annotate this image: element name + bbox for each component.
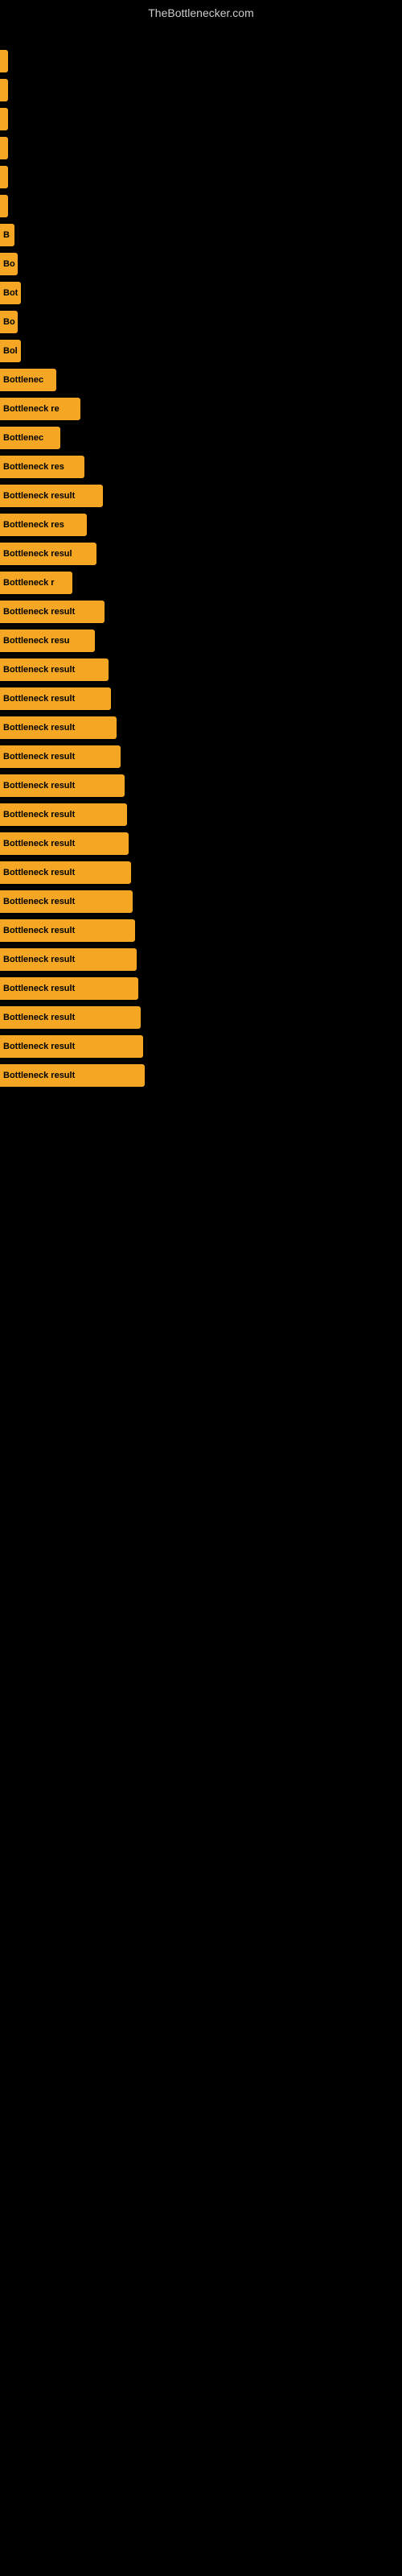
bar-item: Bottlenec — [0, 367, 402, 393]
bar-item: Bottleneck res — [0, 454, 402, 480]
bar-label: Bottleneck result — [0, 658, 109, 681]
bar-item: Bottleneck result — [0, 1063, 402, 1088]
bar-item: Bottleneck result — [0, 657, 402, 683]
bar-item: Bottleneck result — [0, 889, 402, 914]
bar-label: Bot — [0, 282, 21, 304]
bar-item: Bottleneck res — [0, 512, 402, 538]
bars-container: B Bo Bot Bo Bol Bottlenec Bottleneck re Bottlen… — [0, 48, 402, 1092]
bar-label: Bottleneck resu — [0, 630, 95, 652]
bar-label: Bottleneck result — [0, 601, 105, 623]
bar-label: Bottleneck result — [0, 919, 135, 942]
bar-item: Bot — [0, 280, 402, 306]
bar-label: Bottleneck result — [0, 977, 138, 1000]
bar-label: Bottleneck resul — [0, 543, 96, 565]
bar-label: Bottleneck result — [0, 1064, 145, 1087]
bar-item: Bottleneck result — [0, 744, 402, 770]
bar-label — [0, 108, 8, 130]
bar-item: Bottleneck result — [0, 1034, 402, 1059]
bar-item: B — [0, 222, 402, 248]
bar-item — [0, 193, 402, 219]
bar-item: Bottleneck result — [0, 831, 402, 857]
bar-item: Bottleneck result — [0, 483, 402, 509]
bar-label: Bottleneck result — [0, 861, 131, 884]
bar-label — [0, 79, 8, 101]
bar-item: Bottleneck result — [0, 599, 402, 625]
bar-label: Bottlenec — [0, 369, 56, 391]
bar-item — [0, 48, 402, 74]
bar-item: Bo — [0, 251, 402, 277]
bar-label: Bottleneck r — [0, 572, 72, 594]
bar-label: Bottleneck result — [0, 774, 125, 797]
bar-label: Bottleneck res — [0, 456, 84, 478]
bar-label: Bottleneck re — [0, 398, 80, 420]
bar-label: Bottlenec — [0, 427, 60, 449]
bar-item: Bottleneck resul — [0, 541, 402, 567]
bar-item: Bottleneck result — [0, 686, 402, 712]
bar-item — [0, 164, 402, 190]
bar-item: Bottleneck re — [0, 396, 402, 422]
bar-label: Bottleneck result — [0, 803, 127, 826]
bar-item: Bottleneck result — [0, 1005, 402, 1030]
bar-label: Bottleneck result — [0, 716, 117, 739]
bar-label: B — [0, 224, 14, 246]
bar-item: Bottleneck result — [0, 773, 402, 799]
bar-item: Bottleneck result — [0, 947, 402, 972]
bar-item — [0, 77, 402, 103]
bar-label — [0, 166, 8, 188]
bar-item: Bo — [0, 309, 402, 335]
bar-label: Bottleneck result — [0, 745, 121, 768]
bar-label: Bottleneck res — [0, 514, 87, 536]
bar-item: Bottleneck r — [0, 570, 402, 596]
bar-item: Bottleneck result — [0, 918, 402, 943]
bar-item: Bottleneck result — [0, 860, 402, 886]
bar-item: Bottleneck resu — [0, 628, 402, 654]
bar-label: Bottleneck result — [0, 832, 129, 855]
bar-label: Bottleneck result — [0, 1035, 143, 1058]
bar-label — [0, 137, 8, 159]
bar-item: Bottlenec — [0, 425, 402, 451]
bar-label: Bottleneck result — [0, 1006, 141, 1029]
bar-label: Bo — [0, 311, 18, 333]
bar-label: Bottleneck result — [0, 485, 103, 507]
bar-label: Bol — [0, 340, 21, 362]
bar-label — [0, 50, 8, 72]
bar-item — [0, 135, 402, 161]
bar-item — [0, 106, 402, 132]
bar-item: Bottleneck result — [0, 715, 402, 741]
bar-item: Bottleneck result — [0, 802, 402, 828]
bar-item: Bottleneck result — [0, 976, 402, 1001]
bar-label — [0, 195, 8, 217]
bar-label: Bottleneck result — [0, 890, 133, 913]
bar-item: Bol — [0, 338, 402, 364]
bar-label: Bottleneck result — [0, 687, 111, 710]
bar-label: Bo — [0, 253, 18, 275]
site-title: TheBottlenecker.com — [148, 6, 254, 19]
bar-label: Bottleneck result — [0, 948, 137, 971]
